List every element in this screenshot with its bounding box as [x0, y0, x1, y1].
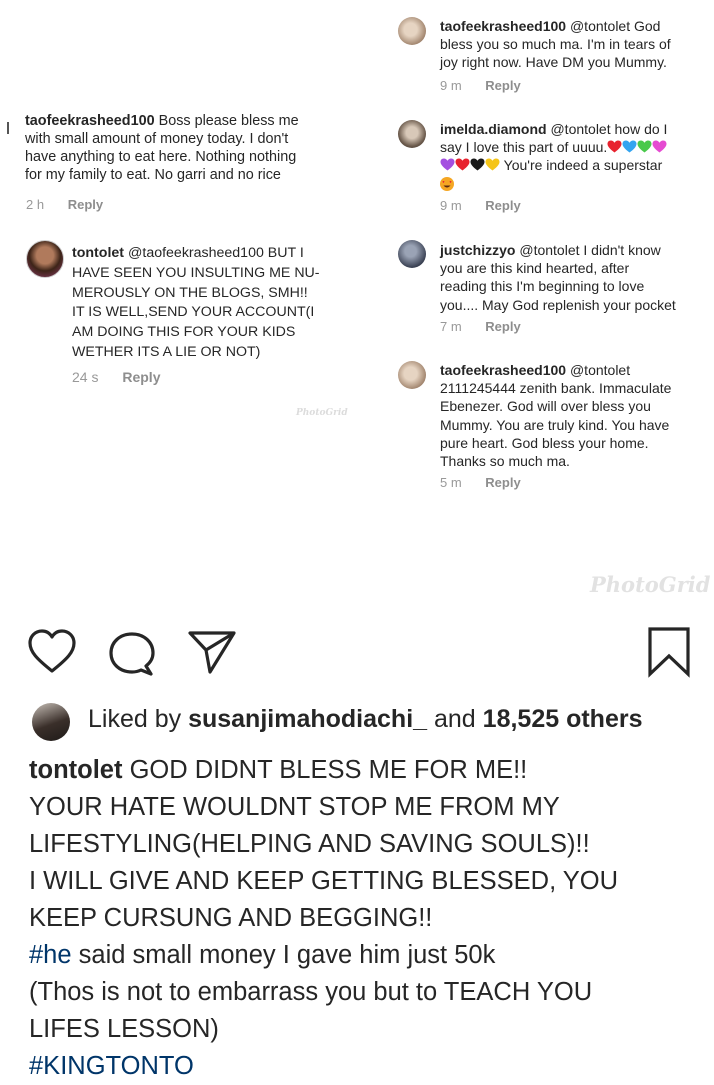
- comment-meta: 9 m Reply: [440, 78, 521, 93]
- comment-text: Mummy. You are truly kind. You have: [440, 416, 670, 433]
- comment-text: @tontolet how do I: [550, 121, 668, 137]
- comment-right-1: taofeekrasheed100 @tontolet God bless yo…: [440, 17, 710, 72]
- comment-time: 24 s: [72, 369, 99, 385]
- comment-text: have anything to eat here. Nothing nothi…: [25, 149, 297, 165]
- caption-text: I WILL GIVE AND KEEP GETTING BLESSED, YO…: [29, 867, 619, 895]
- comment-text: say I love this part of uuuu.: [440, 139, 608, 156]
- comment-text: you are this kind hearted, after: [440, 260, 630, 277]
- heart-emoji-icon: [485, 157, 500, 173]
- comment-text: 2111245444 zenith bank. Immaculate: [440, 380, 672, 397]
- liker-username[interactable]: susanjimahodiachi_: [188, 705, 427, 733]
- comment-time: 9 m: [440, 78, 462, 93]
- comment-right-4: taofeekrasheed100 @tontolet 2111245444 z…: [440, 361, 712, 470]
- reply-link: Reply: [485, 198, 521, 213]
- watermark: PhotoGrid: [590, 572, 711, 597]
- comment-username: taofeekrasheed100: [440, 18, 567, 34]
- edge-mark: [7, 122, 9, 134]
- comment-text: @tontolet: [569, 362, 631, 378]
- heart-emoji-icon: [637, 139, 652, 155]
- caption-text: LIFESTYLING(HELPING AND SAVING SOULS)!!: [29, 830, 590, 858]
- comment-username: taofeekrasheed100: [440, 362, 567, 378]
- commenter-avatar: [26, 240, 64, 278]
- heart-outline-icon[interactable]: [27, 628, 77, 676]
- comment-time: 5 m: [440, 475, 462, 490]
- comment-text: AM DOING THIS FOR YOUR KIDS: [72, 324, 296, 341]
- comment-time: 7 m: [440, 319, 462, 334]
- comment-text: Boss please bless me: [158, 113, 299, 129]
- caption-text: LIFES LESSON): [29, 1015, 219, 1043]
- heart-eyes-emoji: [440, 176, 454, 191]
- reply-link: Reply: [122, 369, 161, 385]
- commenter-avatar: [398, 240, 426, 268]
- heart-emoji-row: [607, 139, 667, 155]
- comment-text: @tontolet God: [569, 18, 661, 34]
- comment-text: for my family to eat. No garri and no ri…: [25, 167, 281, 183]
- comment-text: joy right now. Have DM you Mummy.: [440, 54, 667, 71]
- reply-link: Reply: [67, 197, 104, 212]
- post-image-collage: taofeekrasheed100 Boss please bless me w…: [0, 0, 714, 612]
- commenter-avatar: [398, 17, 426, 45]
- caption-text: GOD DIDNT BLESS ME FOR ME!!: [129, 756, 528, 784]
- paper-plane-icon[interactable]: [186, 628, 238, 676]
- comment-bubble-icon[interactable]: [106, 630, 158, 678]
- heart-emoji-row: [440, 157, 504, 173]
- heart-emoji-icon: [455, 157, 470, 173]
- comment-meta: 2 h Reply: [26, 197, 103, 212]
- comment-text: reading this I'm beginning to love: [440, 278, 645, 295]
- comment-time: 2 h: [26, 197, 45, 212]
- hashtag-link[interactable]: #KINGTONTO: [29, 1052, 194, 1080]
- comment-text: with small amount of money today. I don'…: [25, 131, 289, 147]
- reply-link: Reply: [485, 475, 521, 490]
- comment-text: @taofeekrasheed100 BUT I: [127, 245, 304, 261]
- caption-text: YOUR HATE WOULDNT STOP ME FROM MY: [29, 793, 560, 821]
- caption-text: KEEP CURSUNG AND BEGGING!!: [29, 904, 433, 932]
- comment-right-3: justchizzyo @tontolet I didn't know you …: [440, 241, 710, 314]
- comment-text: @tontolet I didn't know: [519, 242, 661, 258]
- post-caption: tontolet GOD DIDNT BLESS ME FOR ME!! YOU…: [29, 752, 699, 1085]
- comment-text: You're indeed a superstar: [503, 157, 663, 174]
- comment-username: tontolet: [72, 245, 125, 261]
- likes-count[interactable]: 18,525 others: [483, 705, 643, 733]
- comment-text: Thanks so much ma.: [440, 453, 570, 470]
- comment-text: you.... May God replenish your pocket: [440, 296, 676, 313]
- comment-text: bless you so much ma. I'm in tears of: [440, 36, 671, 53]
- comment-meta: 7 m Reply: [440, 319, 521, 334]
- heart-emoji-icon: [652, 139, 667, 155]
- caption-text: said small money I gave him just 50k: [78, 941, 496, 969]
- caption-username[interactable]: tontolet: [29, 756, 122, 784]
- comment-meta: 24 s Reply: [72, 369, 160, 385]
- heart-emoji-icon: [470, 157, 485, 173]
- comment-left-1: taofeekrasheed100 Boss please bless me w…: [25, 112, 355, 184]
- caption-text: (Thos is not to embarrass you but to TEA…: [29, 978, 593, 1006]
- comment-username: imelda.diamond: [440, 121, 547, 137]
- comment-text: Ebenezer. God will over bless you: [440, 398, 651, 415]
- likes-summary[interactable]: Liked by susanjimahodiachi_ and 18,525 o…: [88, 705, 643, 734]
- comment-username: taofeekrasheed100: [25, 113, 155, 129]
- likes-prefix: Liked by: [88, 705, 182, 733]
- comment-meta: 9 m Reply: [440, 198, 521, 213]
- comment-left-2: tontolet @taofeekrasheed100 BUT I HAVE S…: [72, 244, 372, 363]
- likes-middle: and: [434, 705, 476, 733]
- reply-link: Reply: [485, 78, 521, 93]
- watermark: PhotoGrid: [296, 408, 348, 418]
- bookmark-outline-icon[interactable]: [646, 626, 692, 678]
- comment-time: 9 m: [440, 198, 462, 213]
- comment-text: IT IS WELL,SEND YOUR ACCOUNT(I: [72, 304, 315, 321]
- comment-text: WETHER ITS A LIE OR NOT): [72, 343, 261, 360]
- hashtag-link[interactable]: #he: [29, 941, 72, 969]
- liker-avatar[interactable]: [32, 703, 70, 741]
- comment-text: HAVE SEEN YOU INSULTING ME NU-: [72, 264, 320, 281]
- heart-emoji-icon: [607, 139, 622, 155]
- heart-emoji-icon: [440, 157, 455, 173]
- comment-text: pure heart. God bless your home.: [440, 434, 649, 451]
- comment-text: MEROUSLY ON THE BLOGS, SMH!!: [72, 284, 308, 301]
- commenter-avatar: [398, 361, 426, 389]
- reply-link: Reply: [485, 319, 521, 334]
- comment-username: justchizzyo: [440, 242, 516, 258]
- comment-meta: 5 m Reply: [440, 475, 521, 490]
- heart-emoji-icon: [622, 139, 637, 155]
- comment-right-2: imelda.diamond @tontolet how do I say I …: [440, 120, 712, 193]
- commenter-avatar: [398, 120, 426, 148]
